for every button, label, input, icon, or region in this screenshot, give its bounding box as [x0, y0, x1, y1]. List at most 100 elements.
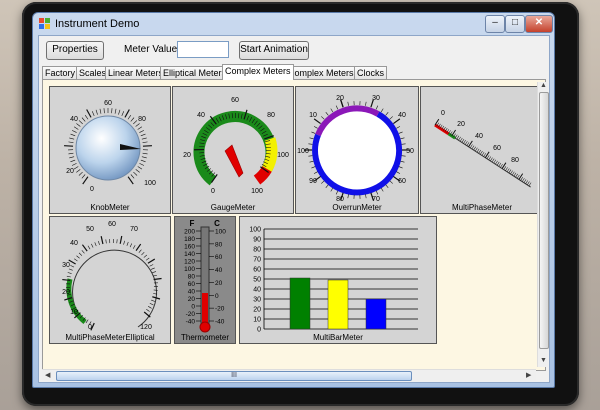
minor-tick — [94, 242, 97, 247]
minor-tick — [70, 265, 75, 268]
minor-tick — [458, 136, 461, 141]
tab-clocks[interactable]: Clocks — [354, 66, 388, 79]
minor-tick — [135, 169, 140, 173]
minimize-button[interactable]: – — [485, 15, 505, 33]
gauge-meter-caption: GaugeMeter — [210, 203, 256, 212]
minor-tick — [471, 145, 475, 150]
minor-tick — [98, 240, 100, 245]
horizontal-scrollbar[interactable]: ◀ III ▶ — [42, 369, 536, 381]
minor-tick — [111, 108, 113, 114]
minor-tick — [140, 133, 146, 137]
minor-tick — [118, 109, 121, 115]
minor-tick — [73, 126, 79, 130]
major-tick — [147, 258, 156, 264]
minor-tick — [138, 249, 142, 253]
minor-tick — [396, 126, 401, 129]
celsius-tick-label: 40 — [215, 267, 223, 274]
multiphase-tick-label: 20 — [457, 121, 465, 128]
overrun-tick-label: 60 — [398, 178, 406, 185]
maximize-button[interactable]: □ — [505, 15, 525, 33]
tab-elliptical-meters[interactable]: Elliptical Meters — [160, 66, 230, 79]
scroll-down-icon[interactable]: ▼ — [540, 357, 547, 364]
minor-tick — [150, 267, 155, 270]
minor-tick — [335, 190, 339, 195]
multiphase-elliptical-panel[interactable]: 20 10 0 30 40 50 60 70 120 MultiPhaseMet… — [49, 216, 171, 344]
elliptical-tick-label: 50 — [86, 226, 94, 233]
meter-value-input[interactable] — [177, 41, 229, 58]
minor-tick — [516, 174, 520, 179]
fahrenheit-tick-label: 120 — [184, 259, 195, 266]
minor-tick — [396, 171, 401, 174]
knob-meter-panel[interactable]: 60 40 80 20 0 100 KnobMeter — [49, 86, 171, 214]
minor-tick — [68, 152, 74, 155]
fahrenheit-tick-label: 0 — [191, 304, 195, 311]
title-bar[interactable]: Instrument Demo – □ ✕ — [33, 13, 554, 35]
minor-tick — [375, 190, 379, 195]
overrun-meter[interactable]: 20 30 10 40 100 50 90 60 80 70 — [296, 87, 418, 213]
minor-tick — [505, 167, 508, 171]
thermometer[interactable]: F C 200180160140120100806040200-20-40100… — [175, 217, 235, 343]
minor-tick — [68, 268, 73, 271]
minor-tick — [330, 108, 334, 113]
minor-tick — [513, 172, 517, 177]
client-area: Properties Meter Value: Start Animation … — [38, 35, 550, 383]
celsius-tick-label: 100 — [215, 229, 226, 236]
major-tick — [313, 118, 321, 125]
minor-tick — [466, 142, 470, 146]
gauge-meter-panel[interactable]: 60 40 80 20 100 0 100 GaugeMeter — [172, 86, 294, 214]
scroll-up-icon[interactable]: ▲ — [540, 82, 547, 89]
knob-meter[interactable]: 60 40 80 20 0 100 — [50, 87, 170, 213]
major-tick — [86, 109, 92, 118]
minor-tick — [470, 144, 473, 149]
minor-tick — [365, 194, 367, 199]
minor-tick — [313, 171, 318, 174]
minor-tick — [476, 148, 480, 153]
fahrenheit-tick-label: -40 — [186, 319, 196, 326]
minor-tick — [78, 120, 83, 125]
scroll-right-icon[interactable]: ▶ — [526, 371, 531, 379]
minor-tick — [66, 275, 71, 278]
multibar-meter-panel[interactable]: 100 90 80 70 60 50 40 30 20 10 0 MultiBarMeter — [239, 216, 437, 344]
major-tick — [393, 118, 401, 125]
vertical-scroll-thumb[interactable] — [539, 92, 549, 349]
multiphase-meter[interactable]: 0 20 40 60 80 — [421, 87, 543, 213]
gauge-tick-label: 60 — [231, 97, 239, 104]
minor-tick — [130, 117, 135, 122]
minor-tick — [503, 166, 507, 170]
minor-tick — [454, 134, 458, 139]
start-animation-button[interactable]: Start Animation — [239, 41, 309, 60]
minor-tick — [308, 155, 313, 157]
minor-tick — [473, 146, 476, 151]
minor-tick — [126, 241, 129, 246]
horizontal-scroll-thumb[interactable]: III — [56, 371, 412, 381]
minor-tick — [488, 156, 492, 160]
overrun-meter-panel[interactable]: 20 30 10 40 100 50 90 60 80 70 OverrunMe… — [295, 86, 419, 214]
minor-tick — [463, 140, 466, 144]
tab-linear-meters[interactable]: Linear Meters — [105, 66, 167, 79]
major-tick — [100, 236, 104, 245]
celsius-tick-label: 60 — [215, 254, 223, 261]
multiphase-elliptical-meter[interactable]: 20 10 0 30 40 50 60 70 120 — [50, 217, 170, 343]
tab-factory[interactable]: Factory — [42, 66, 79, 79]
scroll-left-icon[interactable]: ◀ — [45, 371, 50, 379]
properties-button[interactable]: Properties — [46, 41, 104, 60]
minor-tick — [309, 160, 314, 163]
vertical-scrollbar[interactable]: ▲ ▼ — [537, 82, 549, 367]
fahrenheit-tick-label: 40 — [188, 289, 196, 296]
thermometer-panel[interactable]: F C 200 180 160 140 120 100 80 60 40 20 0 -20 -40 100… — [174, 216, 236, 344]
minor-tick — [313, 126, 318, 129]
minor-tick — [491, 158, 495, 163]
tab-complex-meters[interactable]: Complex Meters — [222, 64, 294, 80]
close-button[interactable]: ✕ — [525, 15, 553, 33]
minor-tick — [129, 243, 133, 248]
minor-tick — [121, 111, 125, 116]
minor-tick — [325, 184, 329, 188]
gauge-meter[interactable]: 60 40 80 20 100 0 100 — [173, 87, 293, 213]
minor-tick — [142, 152, 148, 155]
tab-complex-meters-2[interactable]: Complex Meters 2 — [285, 66, 365, 79]
minor-tick — [78, 171, 83, 176]
multibar-meter[interactable]: 1009080706050403020100 — [240, 217, 436, 343]
multibar-tick-label: 30 — [253, 297, 261, 304]
minor-tick — [525, 180, 528, 184]
multiphase-meter-panel[interactable]: 0 20 40 60 80 MultiPhaseMeter — [420, 86, 544, 214]
